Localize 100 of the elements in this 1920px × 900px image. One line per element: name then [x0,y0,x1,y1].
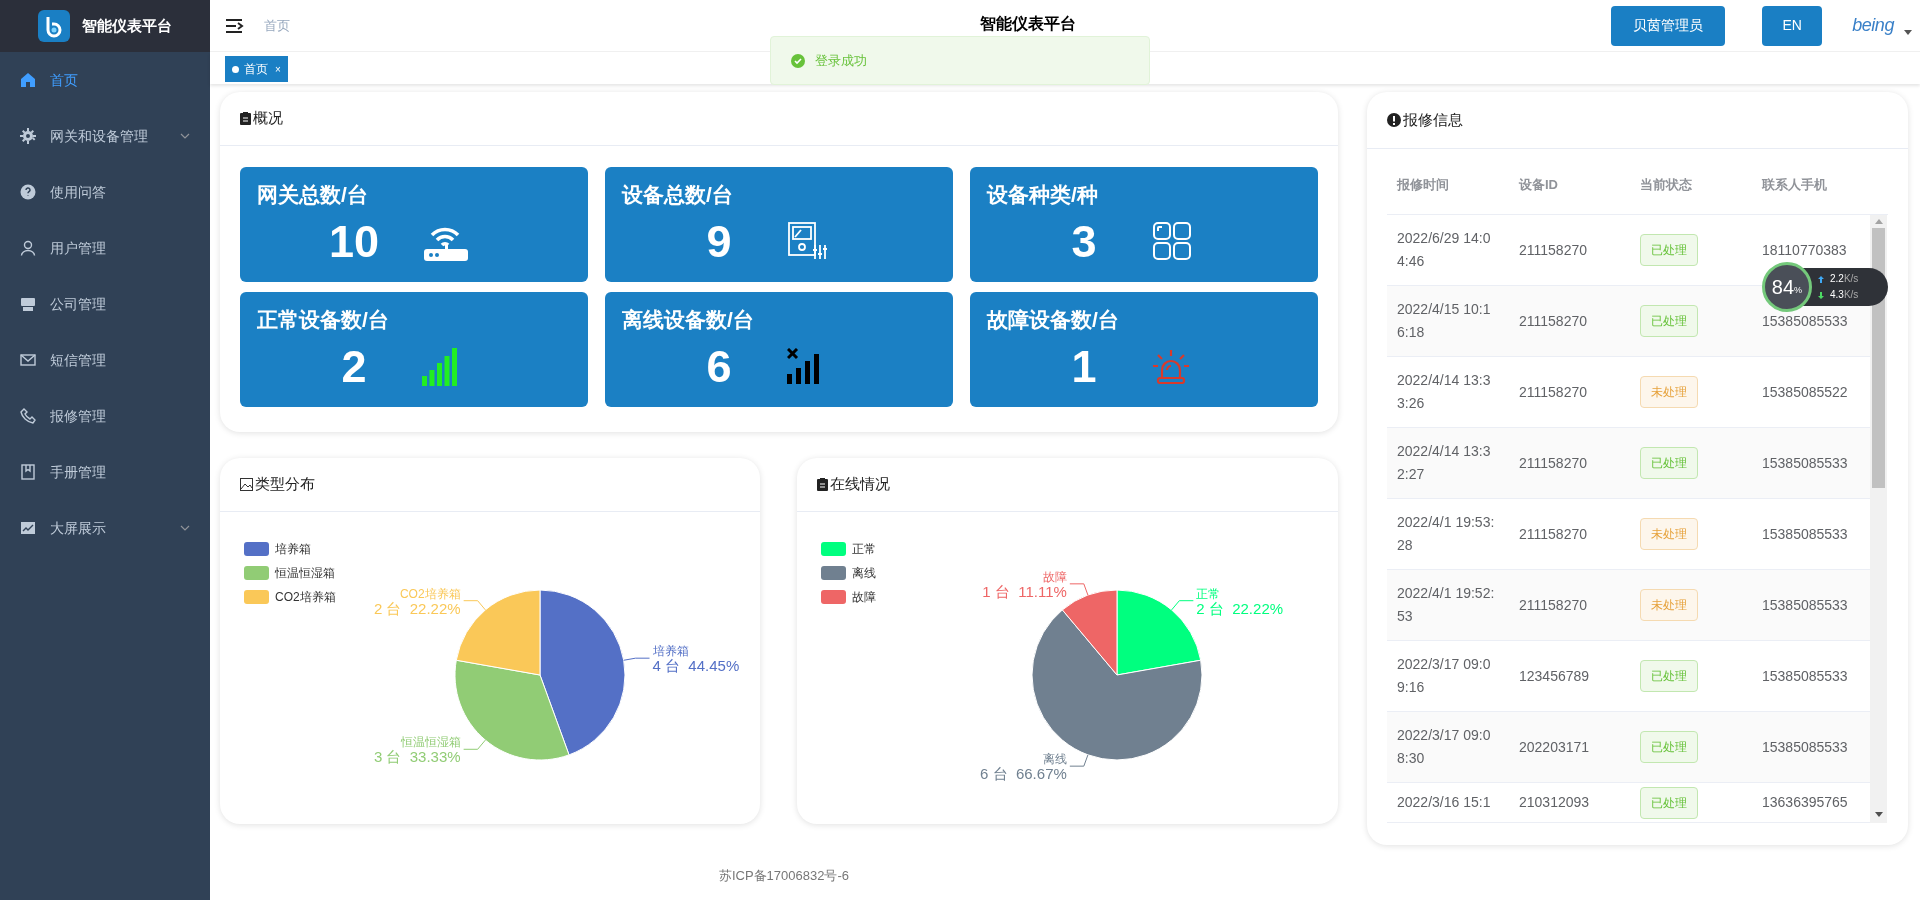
device-panel-icon [787,221,827,261]
status-tag: 未处理 [1640,589,1698,621]
table-cell-text: 15385085533 [1761,311,1849,331]
slice-label: 培养箱 [651,644,689,659]
scrollbar[interactable] [1870,215,1887,823]
page-title: 智能仪表平台 [980,14,1076,34]
table-cell-text: 123456789 [1518,666,1591,686]
tile-label: 网关总数/台 [257,182,369,208]
clipboard-icon [817,478,828,491]
slice-label: 正常 [1196,586,1221,601]
data-label: 6 台 66.67% [980,765,1067,783]
menu-icon[interactable] [226,17,244,34]
sidebar-item[interactable]: 手册管理 [0,444,210,500]
chevron-down-icon [180,133,190,139]
footer-text: 苏ICP备17006832号-6 [718,867,850,885]
brand-logo[interactable]: being [1852,12,1894,39]
status-tag: 已处理 [1640,786,1698,819]
status-tag: 已处理 [1640,731,1698,763]
table-cell-text: 15385085533 [1761,453,1849,473]
table-row[interactable]: 2022/4/1 19:52:53 211158270 未处理 15385085533 [1387,570,1870,641]
card-title: 类型分布 [255,474,315,495]
legend-item[interactable]: 正常 [821,540,876,558]
gear-icon [20,128,36,144]
table-cell-text: 2022/3/17 09:08:30 [1396,726,1492,768]
table-cell-text: 2022/4/15 10:16:18 [1396,300,1492,342]
table-cell-text: 15385085522 [1761,382,1849,402]
user-button[interactable]: 贝茵管理员 [1611,5,1726,46]
chart-icon [20,520,36,536]
table-cell-text: 211158270 [1518,524,1588,544]
table-cell-text: 15385085533 [1761,524,1849,544]
legend-item[interactable]: 恒温恒湿箱 [244,564,336,582]
tile-value: 3 [1070,218,1098,264]
table-cell-text: 2022/4/1 19:52:53 [1396,584,1496,626]
download-speed: 4.3 [1830,288,1844,302]
mail-icon [20,352,36,368]
toast-message: 登录成功 [815,51,867,70]
tile-value: 6 [705,343,733,389]
grid-icon [1152,221,1192,261]
table-row[interactable]: 2022/3/17 09:08:30 202203171 已处理 15385085533 [1387,712,1870,783]
slice-label: 正常 2 台 22.22% [1171,586,1284,617]
table-cell-text: 2022/6/29 14:04:46 [1396,229,1492,271]
table-cell-text: 2022/3/17 09:09:16 [1396,655,1492,697]
data-label: 2 台 22.22% [373,599,461,617]
slice-label: 故障 [1042,569,1067,584]
chevron-down-icon [180,525,190,531]
tile-label: 正常设备数/台 [257,307,390,333]
table-row[interactable]: 2022/4/14 13:32:27 211158270 已处理 15385085533 [1387,428,1870,499]
slice-label: 恒温恒湿箱 3 台 33.33% [373,735,486,766]
monitor-icon [20,296,36,312]
app-title: 智能仪表平台 [82,15,172,36]
scroll-down-icon[interactable] [1874,812,1883,817]
phone-icon [20,408,36,424]
page-tab[interactable]: 首页 × [225,56,288,82]
table-cell-text: 211158270 [1518,311,1588,331]
image-icon [240,478,253,491]
data-label: 4 台 44.45% [652,657,740,675]
slice-label: 故障 1 台 11.11% [982,569,1089,600]
legend-item[interactable]: 培养箱 [244,540,336,558]
table-cell-text: 15385085533 [1761,737,1849,757]
book-icon [20,464,36,480]
legend-item[interactable]: 离线 [821,564,876,582]
table-cell-text: 13636395765 [1761,793,1849,812]
tile-value: 2 [340,343,368,389]
table-cell-text: 211158270 [1518,453,1588,473]
legend-item[interactable]: CO2培养箱 [244,588,336,606]
alert-icon [1387,113,1401,127]
table-cell-text: 2022/4/14 13:33:26 [1396,371,1492,413]
sidebar-item[interactable]: 网关和设备管理 [0,108,210,164]
table-cell-text: 15385085533 [1761,666,1849,686]
card-title: 概况 [253,108,283,129]
sidebar-item[interactable]: 报修管理 [0,388,210,444]
close-icon[interactable]: × [275,61,281,77]
download-arrow-icon [1818,291,1824,299]
speed-unit: K/s [1843,288,1859,302]
sidebar-item[interactable]: 使用问答 [0,164,210,220]
slice-label: 离线 [1042,752,1067,767]
pie-slice[interactable] [539,589,626,756]
tile-value: 1 [1070,343,1098,389]
question-icon [20,184,36,200]
sidebar-item[interactable]: 公司管理 [0,276,210,332]
check-icon [791,53,805,68]
sidebar-item[interactable]: 用户管理 [0,220,210,276]
caret-icon[interactable] [1904,30,1912,35]
data-label: 3 台 33.33% [373,748,461,766]
speed-unit: K/s [1843,272,1859,286]
status-tag: 已处理 [1640,447,1698,479]
status-tag: 未处理 [1640,376,1698,408]
percent-unit: % [1794,285,1803,298]
tile-value: 10 [327,218,381,264]
sidebar-item[interactable]: 短信管理 [0,332,210,388]
user-icon [20,240,36,256]
slice-label: 恒温恒湿箱 [399,735,461,750]
sidebar-item[interactable]: 大屏展示 [0,500,210,556]
logo-icon [38,10,70,42]
upload-speed: 2.2 [1830,272,1844,286]
table-cell-text: 211158270 [1518,382,1588,402]
alarm-light-icon [1152,348,1190,384]
legend-item[interactable]: 故障 [821,588,876,606]
table-cell-text: 15385085533 [1761,595,1849,615]
language-button[interactable]: EN [1762,5,1823,46]
